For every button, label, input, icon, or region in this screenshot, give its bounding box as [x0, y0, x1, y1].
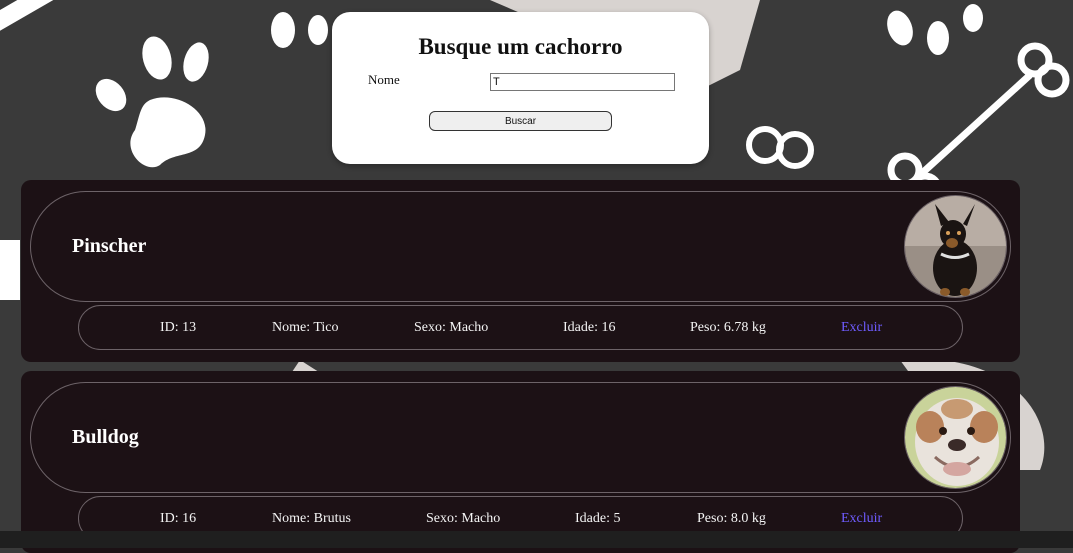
- dog-age: Idade: 16: [563, 320, 616, 335]
- dog-info-pill: ID: 13 Nome: Tico Sexo: Macho Idade: 16 …: [78, 305, 963, 350]
- dog-name: Nome: Brutus: [272, 511, 351, 526]
- name-input[interactable]: [490, 73, 675, 91]
- dog-sex: Sexo: Macho: [414, 320, 489, 335]
- dog-card: Pinscher ID: 13 Nome: Tico Sexo: Macho I…: [21, 180, 1020, 362]
- breed-name: Bulldog: [72, 426, 139, 448]
- search-title: Busque um cachorro: [418, 34, 623, 59]
- dog-id: ID: 16: [160, 511, 197, 526]
- breed-name: Pinscher: [72, 235, 147, 257]
- search-card: Busque um cachorro Nome Buscar: [332, 12, 709, 164]
- dog-weight: Peso: 6.78 kg: [690, 320, 766, 335]
- search-button[interactable]: Buscar: [429, 111, 612, 131]
- dog-weight: Peso: 8.0 kg: [697, 511, 766, 526]
- dog-card: Bulldog ID: 16 Nome: Brutus Sexo: Macho …: [21, 371, 1020, 553]
- dog-age: Idade: 5: [575, 511, 621, 526]
- dog-photo: [904, 386, 1007, 489]
- bulldog-photo-icon: [905, 387, 1006, 488]
- pinscher-photo-icon: [905, 196, 1006, 297]
- dog-id: ID: 13: [160, 320, 197, 335]
- breed-pill: Pinscher: [30, 191, 1011, 302]
- delete-link[interactable]: Excluir: [841, 511, 882, 527]
- bottom-bar: [0, 531, 1073, 548]
- breed-pill: Bulldog: [30, 382, 1011, 493]
- dog-photo: [904, 195, 1007, 298]
- delete-link[interactable]: Excluir: [841, 320, 882, 336]
- name-label: Nome: [368, 72, 400, 87]
- dog-name: Nome: Tico: [272, 320, 339, 335]
- dog-sex: Sexo: Macho: [426, 511, 501, 526]
